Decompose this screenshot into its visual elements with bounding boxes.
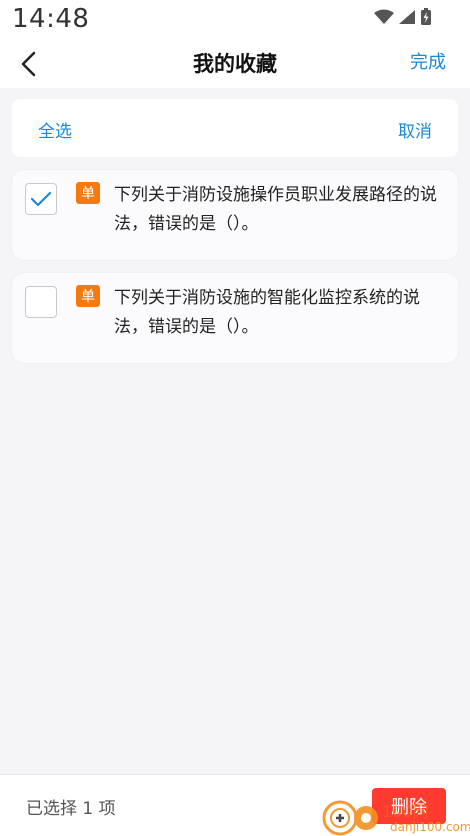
single-choice-badge: 单 — [76, 182, 100, 204]
battery-icon — [421, 8, 431, 25]
question-checkbox[interactable] — [25, 286, 57, 318]
question-item[interactable]: 单 下列关于消防设施操作员职业发展路径的说法，错误的是（）。 — [12, 170, 458, 260]
question-item[interactable]: 单 下列关于消防设施的智能化监控系统的说法，错误的是（）。 — [12, 273, 458, 363]
select-all-button[interactable]: 全选 — [38, 117, 72, 142]
question-text: 下列关于消防设施操作员职业发展路径的说法，错误的是（）。 — [114, 185, 437, 234]
cancel-button[interactable]: 取消 — [398, 117, 432, 142]
wifi-icon — [374, 9, 394, 24]
status-icons — [374, 8, 432, 26]
status-time: 14:48 — [12, 4, 90, 34]
select-bar: 全选 取消 — [12, 99, 458, 157]
question-text: 下列关于消防设施的智能化监控系统的说法，错误的是（）。 — [114, 288, 420, 337]
checkmark-icon — [30, 191, 52, 207]
done-button[interactable]: 完成 — [410, 48, 446, 74]
delete-button[interactable]: 删除 — [372, 788, 446, 824]
bottom-bar: 已选择 1 项 删除 — [0, 774, 470, 836]
selected-count: 已选择 1 项 — [26, 799, 116, 819]
signal-icon — [399, 10, 415, 24]
single-choice-badge: 单 — [76, 285, 100, 307]
page-title: 我的收藏 — [193, 52, 277, 76]
status-bar: 14:48 — [0, 0, 470, 40]
question-checkbox[interactable] — [25, 183, 57, 215]
nav-header: 我的收藏 完成 — [0, 40, 470, 88]
